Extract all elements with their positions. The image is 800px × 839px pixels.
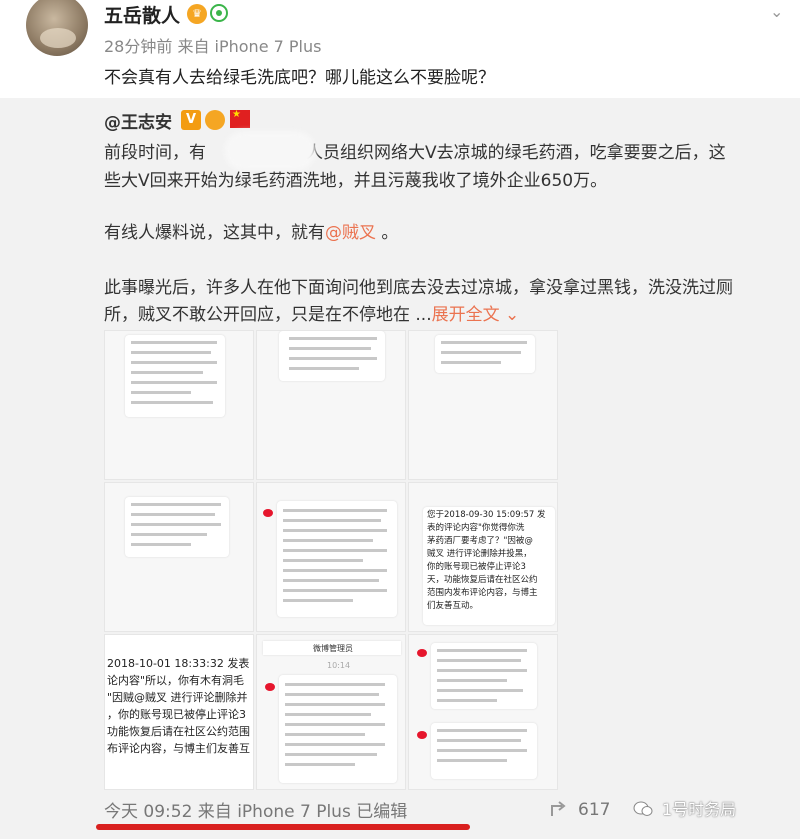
repost-text-line: 些大V回来开始为绿毛药酒洗地，并且污蔑我收了境外企业650万。 [104,166,607,191]
weibo-logo-icon [263,509,273,517]
notice-card [435,335,535,373]
weibo-logo-icon [265,683,275,691]
screenshot-thumbnail[interactable] [104,482,254,632]
screenshot-thumbnail[interactable]: 微博管理员 10:14 [256,634,406,790]
watermark: 1号时务局 [662,800,737,819]
wechat-icon [633,801,653,816]
app-header: 微博管理员 [263,641,401,655]
red-underline-annotation [96,824,470,830]
share-count[interactable]: 617 [578,800,610,820]
notice-text-line: 功能恢复后请在社区公约范围 [107,725,250,738]
text-segment: 前段时间，有 [104,143,206,163]
notice-card [431,723,537,779]
post-text: 不会真有人去给绿毛洗底吧？哪儿能这么不要脸呢？ [104,68,495,88]
notice-card [125,335,225,417]
notice-text-line: 你的账号现已被停止评论3 [427,562,526,572]
notice-text-line: 论内容"所以，你有木有洞毛 [107,674,245,687]
notice-text: 您于2018-09-30 15:09:57 发 表的评论内容"你觉得你洗 茅药酒… [427,509,545,613]
member-crown-icon [205,110,225,130]
text-segment: 些大V回来开始为绿毛药酒洗地，并且污蔑我收了境外企业650万。 [104,171,608,191]
post-meta: 28分钟前 来自 iPhone 7 Plus [104,37,322,56]
text-segment: 人员组织网络大V去凉城的绿毛药酒，吃拿要要之后，这 [306,143,726,163]
redaction-blur [224,131,316,171]
text-segment: 此事曝光后，许多人在他下面询问他到底去没去过凉城，拿没拿过黑钱，洗没洗过厕 [104,278,733,298]
notice-card [279,675,397,783]
notice-text-line: 表的评论内容"你觉得你洗 [427,523,525,533]
repost-text-line: 前段时间，有 人员组织网络大V去凉城的绿毛药酒，吃拿要要之后，这 [104,138,726,163]
weibo-logo-icon [417,731,427,739]
notice-text-line: 范围内发布评论内容，与博主 [427,588,538,598]
repost-timestamp: 今天 09:52 来自 iPhone 7 Plus 已编辑 [104,802,408,822]
expand-full-text-link[interactable]: 展开全文 [432,305,500,325]
notice-card: 您于2018-09-30 15:09:57 发 表的评论内容"你觉得你洗 茅药酒… [423,507,555,625]
notice-text-line: 们友善互动。 [427,601,479,611]
repost-text-line: 有线人爆料说，这其中，就有@贼叉 。 [104,218,398,243]
notice-text-line: 茅药酒厂要考虑了？"因被@ [427,536,533,546]
china-flag-icon [230,109,250,128]
screenshot-thumbnail[interactable] [256,330,406,480]
notice-card [125,497,229,557]
weibo-logo-icon [417,649,427,657]
repost-username[interactable]: @王志安 [104,108,172,133]
text-segment: 有线人爆料说，这其中，就有 [104,223,325,243]
text-segment: 所，贼叉不敢公开回应，只是在不停地在 ... [104,305,432,325]
screenshot-thumbnail[interactable] [408,330,558,480]
screenshot-thumbnail[interactable] [104,330,254,480]
notice-text-line: ，你的账号现已被停止评论3 [107,708,246,721]
screenshot-thumbnail[interactable]: 您于2018-09-30 15:09:57 发 表的评论内容"你觉得你洗 茅药酒… [408,482,558,632]
repost-text-line: 此事曝光后，许多人在他下面询问他到底去没去过凉城，拿没拿过黑钱，洗没洗过厕 [104,273,733,298]
notice-text-line: 2018-10-01 18:33:32 发表 [107,657,250,670]
notice-card [277,501,397,617]
notice-text-line: 天，功能恢复后请在社区公约 [427,575,538,585]
screenshot-thumbnail[interactable]: 2018-10-01 18:33:32 发表 论内容"所以，你有木有洞毛 "因贼… [104,634,254,790]
verified-badge-icon [210,4,228,22]
share-icon[interactable] [548,800,570,820]
screenshot-thumbnail[interactable] [408,634,558,790]
notice-card [279,331,385,381]
screenshot-thumbnail[interactable] [256,482,406,632]
notice-text-line: 贼叉 进行评论删除并投黑， [427,549,532,559]
chevron-down-icon[interactable]: ⌄ [500,305,519,325]
message-time: 10:14 [327,661,351,670]
weibo-post: 五岳散人 ♛ ⌄ 28分钟前 来自 iPhone 7 Plus 不会真有人去给绿… [0,0,800,839]
verified-v-icon: V [181,110,201,130]
text-segment: 。 [376,223,399,243]
chevron-down-icon[interactable]: ⌄ [770,2,783,21]
user-avatar[interactable] [26,0,88,56]
notice-text-line: 您于2018-09-30 15:09:57 发 [427,510,546,520]
notice-text: 2018-10-01 18:33:32 发表 论内容"所以，你有木有洞毛 "因贼… [107,655,250,757]
notice-text-line: "因贼@贼叉 进行评论删除并 [107,691,248,704]
repost-text-line: 所，贼叉不敢公开回应，只是在不停地在 ...展开全文 ⌄ [104,300,519,325]
header-title: 微博管理员 [313,644,353,653]
notice-text-line: 布评论内容，与博主们友善互 [107,742,250,755]
image-grid: 您于2018-09-30 15:09:57 发 表的评论内容"你觉得你洗 茅药酒… [104,330,558,790]
post-username[interactable]: 五岳散人 [104,1,180,28]
mention-link[interactable]: @贼叉 [325,223,376,243]
member-crown-icon: ♛ [187,4,207,24]
notice-card [431,643,537,709]
